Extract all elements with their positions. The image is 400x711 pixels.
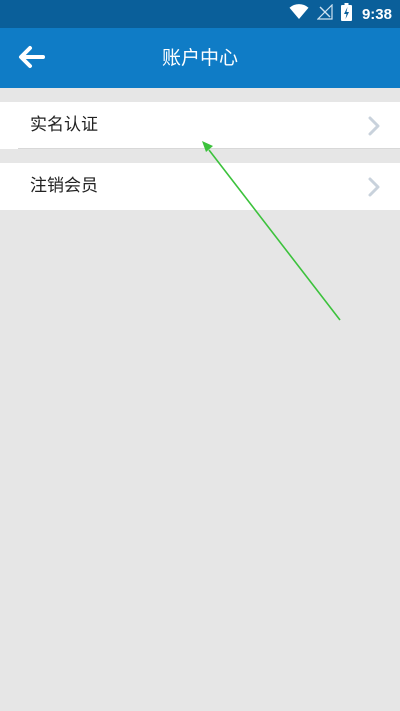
account-center-content: 实名认证 注销会员 [0,88,400,711]
menu-item-real-name-verification[interactable]: 实名认证 [0,102,400,149]
menu-item-label: 注销会员 [30,176,98,196]
menu-list: 实名认证 注销会员 [0,102,400,210]
status-bar: 9:38 [0,0,400,28]
battery-charging-icon [340,3,352,25]
menu-gap [0,149,400,163]
menu-divider [18,148,400,149]
status-time: 9:38 [361,5,392,23]
status-icons: 9:38 [289,0,392,28]
page-title: 账户中心 [161,47,238,69]
menu-item-cancel-membership[interactable]: 注销会员 [0,163,400,210]
no-signal-icon [316,3,333,24]
chevron-right-icon [364,115,384,137]
menu-item-label: 实名认证 [30,115,98,135]
app-toolbar: 账户中心 [0,28,400,88]
wifi-icon [289,4,309,24]
chevron-right-icon [364,176,384,198]
